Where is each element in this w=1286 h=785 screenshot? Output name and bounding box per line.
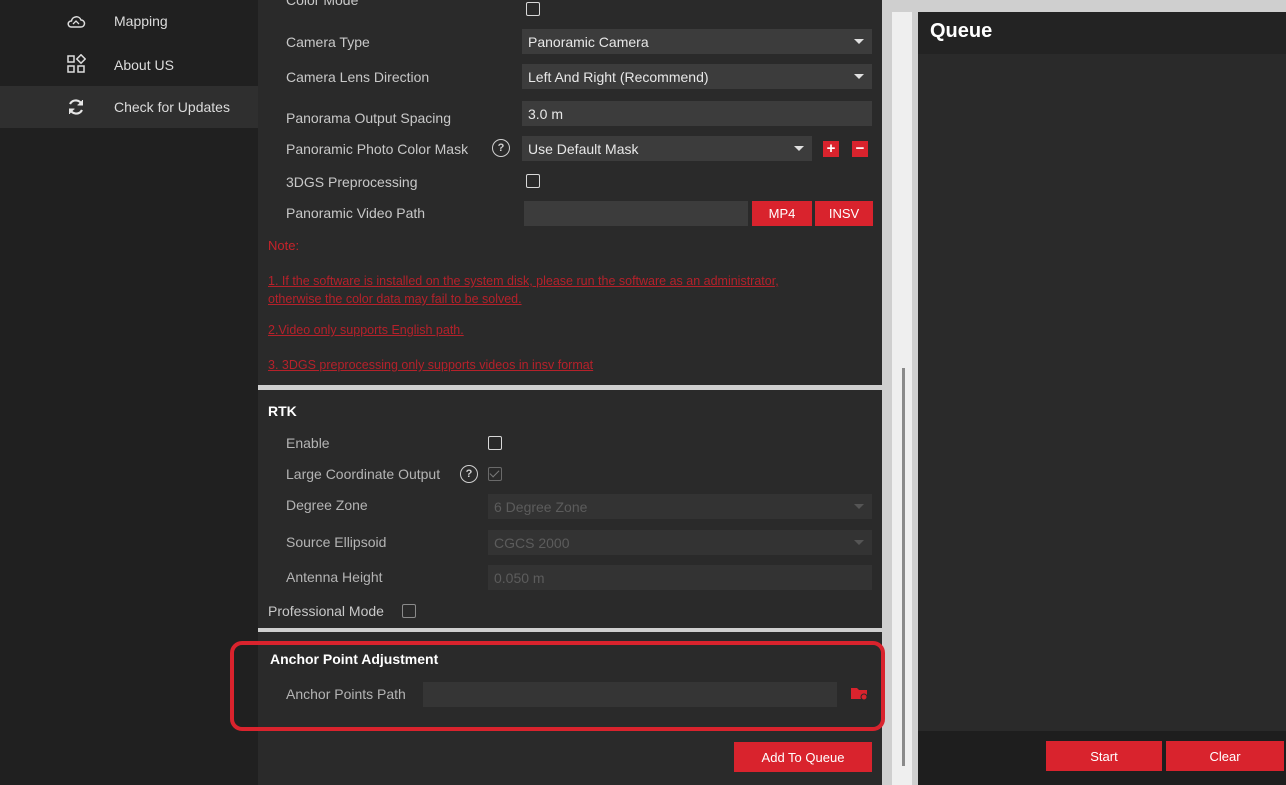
mp4-button[interactable]: MP4: [752, 201, 812, 226]
sidebar-item-mapping[interactable]: Mapping: [0, 0, 258, 42]
help-icon[interactable]: ?: [492, 139, 510, 157]
professional-mode-label: Professional Mode: [268, 603, 384, 619]
output-spacing-label: Panorama Output Spacing: [286, 110, 451, 126]
scrollbar-thumb[interactable]: [902, 368, 905, 766]
output-spacing-value: 3.0 m: [528, 105, 564, 122]
grid-icon: [66, 53, 87, 74]
color-mask-select[interactable]: Use Default Mask: [522, 136, 812, 161]
insv-button[interactable]: INSV: [815, 201, 873, 226]
color-mode-checkbox[interactable]: [526, 2, 540, 16]
start-button[interactable]: Start: [1046, 741, 1162, 771]
chevron-down-icon: [854, 74, 864, 79]
sidebar-item-about[interactable]: About US: [0, 44, 258, 86]
note-line-2: 2.Video only supports English path.: [268, 323, 464, 337]
add-to-queue-button[interactable]: Add To Queue: [734, 742, 872, 772]
chevron-down-icon: [854, 39, 864, 44]
remove-mask-button[interactable]: −: [852, 141, 868, 157]
antenna-label: Antenna Height: [286, 569, 383, 585]
ellipsoid-label: Source Ellipsoid: [286, 534, 387, 550]
help-icon[interactable]: ?: [460, 465, 478, 483]
camera-type-value: Panoramic Camera: [528, 33, 649, 50]
degree-zone-select: 6 Degree Zone: [488, 494, 872, 519]
rtk-enable-checkbox[interactable]: [488, 436, 502, 450]
ellipsoid-value: CGCS 2000: [494, 534, 570, 551]
sidebar-item-label: About US: [114, 57, 174, 73]
professional-mode-checkbox[interactable]: [402, 604, 416, 618]
ellipsoid-select: CGCS 2000: [488, 530, 872, 555]
antenna-value: 0.050 m: [494, 569, 545, 586]
cloud-icon: [66, 12, 86, 32]
camera-type-label: Camera Type: [286, 34, 370, 50]
preprocessing-checkbox[interactable]: [526, 174, 540, 188]
add-mask-button[interactable]: +: [823, 141, 839, 157]
sidebar-item-label: Mapping: [114, 13, 168, 29]
queue-title: Queue: [930, 20, 993, 42]
output-spacing-input[interactable]: 3.0 m: [522, 101, 872, 126]
lens-direction-value: Left And Right (Recommend): [528, 68, 709, 85]
queue-panel: [918, 12, 1286, 785]
degree-zone-value: 6 Degree Zone: [494, 498, 588, 515]
preprocessing-label: 3DGS Preprocessing: [286, 174, 418, 190]
chevron-down-icon: [854, 540, 864, 545]
sidebar: Mapping About US Check for Updates: [0, 0, 258, 785]
antenna-input: 0.050 m: [488, 565, 872, 590]
sidebar-item-label: Check for Updates: [114, 99, 230, 115]
color-mode-label: Color Mode: [286, 0, 359, 8]
rtk-title: RTK: [268, 403, 297, 419]
rtk-enable-label: Enable: [286, 435, 330, 451]
chevron-down-icon: [854, 504, 864, 509]
color-mask-label: Panoramic Photo Color Mask: [286, 141, 469, 157]
note-title: Note:: [268, 238, 300, 253]
clear-button[interactable]: Clear: [1166, 741, 1284, 771]
large-coord-checkbox: [488, 467, 502, 481]
sidebar-item-check-updates[interactable]: Check for Updates: [0, 86, 258, 128]
refresh-icon: [66, 97, 86, 117]
note-line-3: 3. 3DGS preprocessing only supports vide…: [268, 358, 594, 372]
degree-zone-label: Degree Zone: [286, 497, 368, 513]
chevron-down-icon: [794, 146, 804, 151]
color-mask-value: Use Default Mask: [528, 140, 639, 157]
large-coord-label: Large Coordinate Output: [286, 466, 441, 482]
video-path-label: Panoramic Video Path: [286, 205, 426, 221]
video-path-input[interactable]: [524, 201, 748, 226]
lens-direction-label: Camera Lens Direction: [286, 69, 430, 85]
note-line-1: 1. If the software is installed on the s…: [268, 274, 779, 306]
lens-direction-select[interactable]: Left And Right (Recommend): [522, 64, 872, 89]
camera-type-select[interactable]: Panoramic Camera: [522, 29, 872, 54]
highlight-box: [230, 641, 885, 731]
